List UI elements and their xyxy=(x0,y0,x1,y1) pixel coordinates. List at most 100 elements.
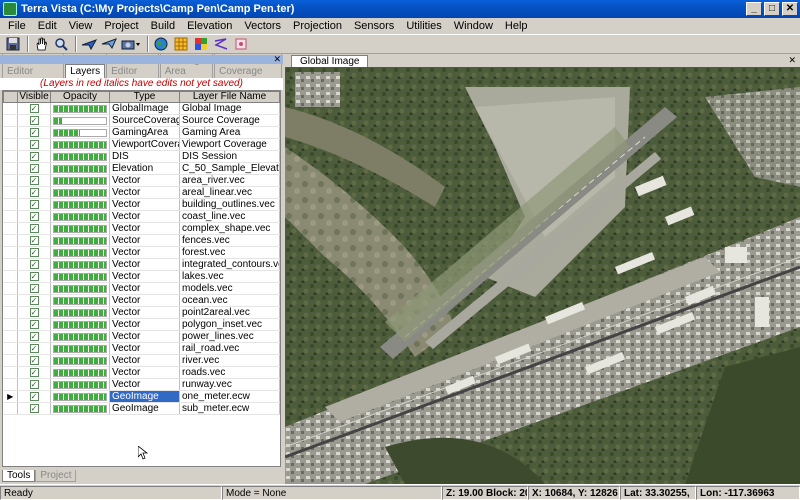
opacity-slider[interactable] xyxy=(53,332,107,341)
layer-file-name[interactable]: roads.vec xyxy=(179,366,280,379)
globe-icon[interactable] xyxy=(152,35,170,53)
visible-checkbox[interactable]: ✓ xyxy=(29,319,39,329)
column-header-file-name[interactable]: Layer File Name xyxy=(179,91,280,103)
opacity-slider[interactable] xyxy=(53,188,107,197)
opacity-slider[interactable] xyxy=(53,116,107,125)
visible-checkbox[interactable]: ✓ xyxy=(29,367,39,377)
layer-type[interactable]: GeoImage xyxy=(109,402,180,415)
visible-checkbox[interactable]: ✓ xyxy=(29,235,39,245)
opacity-slider[interactable] xyxy=(53,224,107,233)
layer-file-name[interactable]: complex_shape.vec xyxy=(179,222,280,235)
layer-file-name[interactable]: Source Coverage xyxy=(179,114,280,127)
opacity-slider[interactable] xyxy=(53,344,107,353)
menu-elevation[interactable]: Elevation xyxy=(181,18,238,34)
layer-file-name[interactable]: Viewport Coverage xyxy=(179,138,280,151)
layer-file-name[interactable]: models.vec xyxy=(179,282,280,295)
layer-row[interactable]: ✓ Vector ocean.vec xyxy=(3,294,280,307)
layer-row[interactable]: ✓ Vector polygon_inset.vec xyxy=(3,318,280,331)
visible-checkbox[interactable]: ✓ xyxy=(29,283,39,293)
maximize-button[interactable]: □ xyxy=(764,2,780,16)
opacity-slider[interactable] xyxy=(53,260,107,269)
close-button[interactable]: ✕ xyxy=(782,2,798,16)
layer-type[interactable]: Vector xyxy=(109,354,180,367)
layer-row[interactable]: ✓ Vector areal_linear.vec xyxy=(3,186,280,199)
layer-row[interactable]: ✓ Vector lakes.vec xyxy=(3,270,280,283)
layer-row[interactable]: ✓ ViewportCoverageViewport Coverage xyxy=(3,138,280,151)
opacity-slider[interactable] xyxy=(53,152,107,161)
visible-checkbox[interactable]: ✓ xyxy=(29,247,39,257)
layer-file-name[interactable]: rail_road.vec xyxy=(179,342,280,355)
layer-type[interactable]: Vector xyxy=(109,210,180,223)
menu-utilities[interactable]: Utilities xyxy=(400,18,447,34)
layer-type[interactable]: Vector xyxy=(109,366,180,379)
opacity-slider[interactable] xyxy=(53,212,107,221)
layer-type[interactable]: Elevation xyxy=(109,162,180,175)
visible-checkbox[interactable]: ✓ xyxy=(29,403,39,413)
layer-type[interactable]: Vector xyxy=(109,174,180,187)
layer-type[interactable]: Vector xyxy=(109,342,180,355)
opacity-slider[interactable] xyxy=(53,128,107,137)
menu-projection[interactable]: Projection xyxy=(287,18,348,34)
column-header-opacity[interactable]: Opacity xyxy=(50,91,110,103)
plane-icon[interactable] xyxy=(80,35,98,53)
visible-checkbox[interactable]: ✓ xyxy=(29,355,39,365)
layer-row[interactable]: ✓ Vector coast_line.vec xyxy=(3,210,280,223)
camera-icon[interactable] xyxy=(120,35,142,53)
layer-row[interactable]: ✓ ElevationC_50_Sample_Elevation_mast xyxy=(3,162,280,175)
layer-type[interactable]: Vector xyxy=(109,246,180,259)
save-icon[interactable] xyxy=(4,35,22,53)
grid-icon[interactable] xyxy=(172,35,190,53)
opacity-slider[interactable] xyxy=(53,356,107,365)
layer-row[interactable]: ✓ GamingArea Gaming Area xyxy=(3,126,280,139)
opacity-slider[interactable] xyxy=(53,248,107,257)
layer-type[interactable]: Vector xyxy=(109,330,180,343)
layer-type[interactable]: Vector xyxy=(109,186,180,199)
opacity-slider[interactable] xyxy=(53,392,107,401)
layer-row[interactable]: ✓ SourceCoverageSource Coverage xyxy=(3,114,280,127)
layer-file-name[interactable]: Gaming Area xyxy=(179,126,280,139)
layer-file-name[interactable]: runway.vec xyxy=(179,378,280,391)
layer-type[interactable]: SourceCoverage xyxy=(109,114,180,127)
layer-file-name[interactable]: integrated_contours.vec xyxy=(179,258,280,271)
layer-type[interactable]: DIS xyxy=(109,150,180,163)
frame-icon[interactable] xyxy=(232,35,250,53)
layer-row[interactable]: ✓ Vector river.vec xyxy=(3,354,280,367)
menu-help[interactable]: Help xyxy=(499,18,534,34)
layer-type[interactable]: ViewportCoverage xyxy=(109,138,180,151)
layer-file-name[interactable]: forest.vec xyxy=(179,246,280,259)
tab-global-image[interactable]: Global Image xyxy=(291,55,369,67)
visible-checkbox[interactable]: ✓ xyxy=(29,295,39,305)
layer-file-name[interactable]: coast_line.vec xyxy=(179,210,280,223)
visible-checkbox[interactable]: ✓ xyxy=(29,115,39,125)
layer-row[interactable]: ✓ Vector integrated_contours.vec xyxy=(3,258,280,271)
layer-file-name[interactable]: fences.vec xyxy=(179,234,280,247)
vector-icon[interactable] xyxy=(212,35,230,53)
layer-row[interactable]: ✓ Vector fences.vec xyxy=(3,234,280,247)
layer-file-name[interactable]: power_lines.vec xyxy=(179,330,280,343)
layer-row[interactable]: ✓ Vector power_lines.vec xyxy=(3,330,280,343)
visible-checkbox[interactable]: ✓ xyxy=(29,127,39,137)
visible-checkbox[interactable]: ✓ xyxy=(29,331,39,341)
layer-file-name[interactable]: C_50_Sample_Elevation_mast xyxy=(179,162,280,175)
menu-edit[interactable]: Edit xyxy=(32,18,63,34)
layer-type[interactable]: Vector xyxy=(109,306,180,319)
menu-vectors[interactable]: Vectors xyxy=(238,18,287,34)
layer-file-name[interactable]: lakes.vec xyxy=(179,270,280,283)
opacity-slider[interactable] xyxy=(53,368,107,377)
menu-project[interactable]: Project xyxy=(98,18,144,34)
layer-row[interactable]: ✓ DIS DIS Session xyxy=(3,150,280,163)
layer-type[interactable]: Vector xyxy=(109,318,180,331)
layer-type[interactable]: GeoImage xyxy=(109,390,180,403)
layer-row[interactable]: ✓ Vector runway.vec xyxy=(3,378,280,391)
visible-checkbox[interactable]: ✓ xyxy=(29,223,39,233)
layer-row[interactable]: ✓ GeoImage sub_meter.ecw xyxy=(3,402,280,415)
layer-row[interactable]: ✓ Vector building_outlines.vec xyxy=(3,198,280,211)
opacity-slider[interactable] xyxy=(53,380,107,389)
opacity-slider[interactable] xyxy=(53,104,107,113)
layer-type[interactable]: Vector xyxy=(109,222,180,235)
visible-checkbox[interactable]: ✓ xyxy=(29,199,39,209)
layer-file-name[interactable]: polygon_inset.vec xyxy=(179,318,280,331)
layer-type[interactable]: GamingArea xyxy=(109,126,180,139)
layer-row[interactable]: ✓ Vector area_river.vec xyxy=(3,174,280,187)
visible-checkbox[interactable]: ✓ xyxy=(29,379,39,389)
